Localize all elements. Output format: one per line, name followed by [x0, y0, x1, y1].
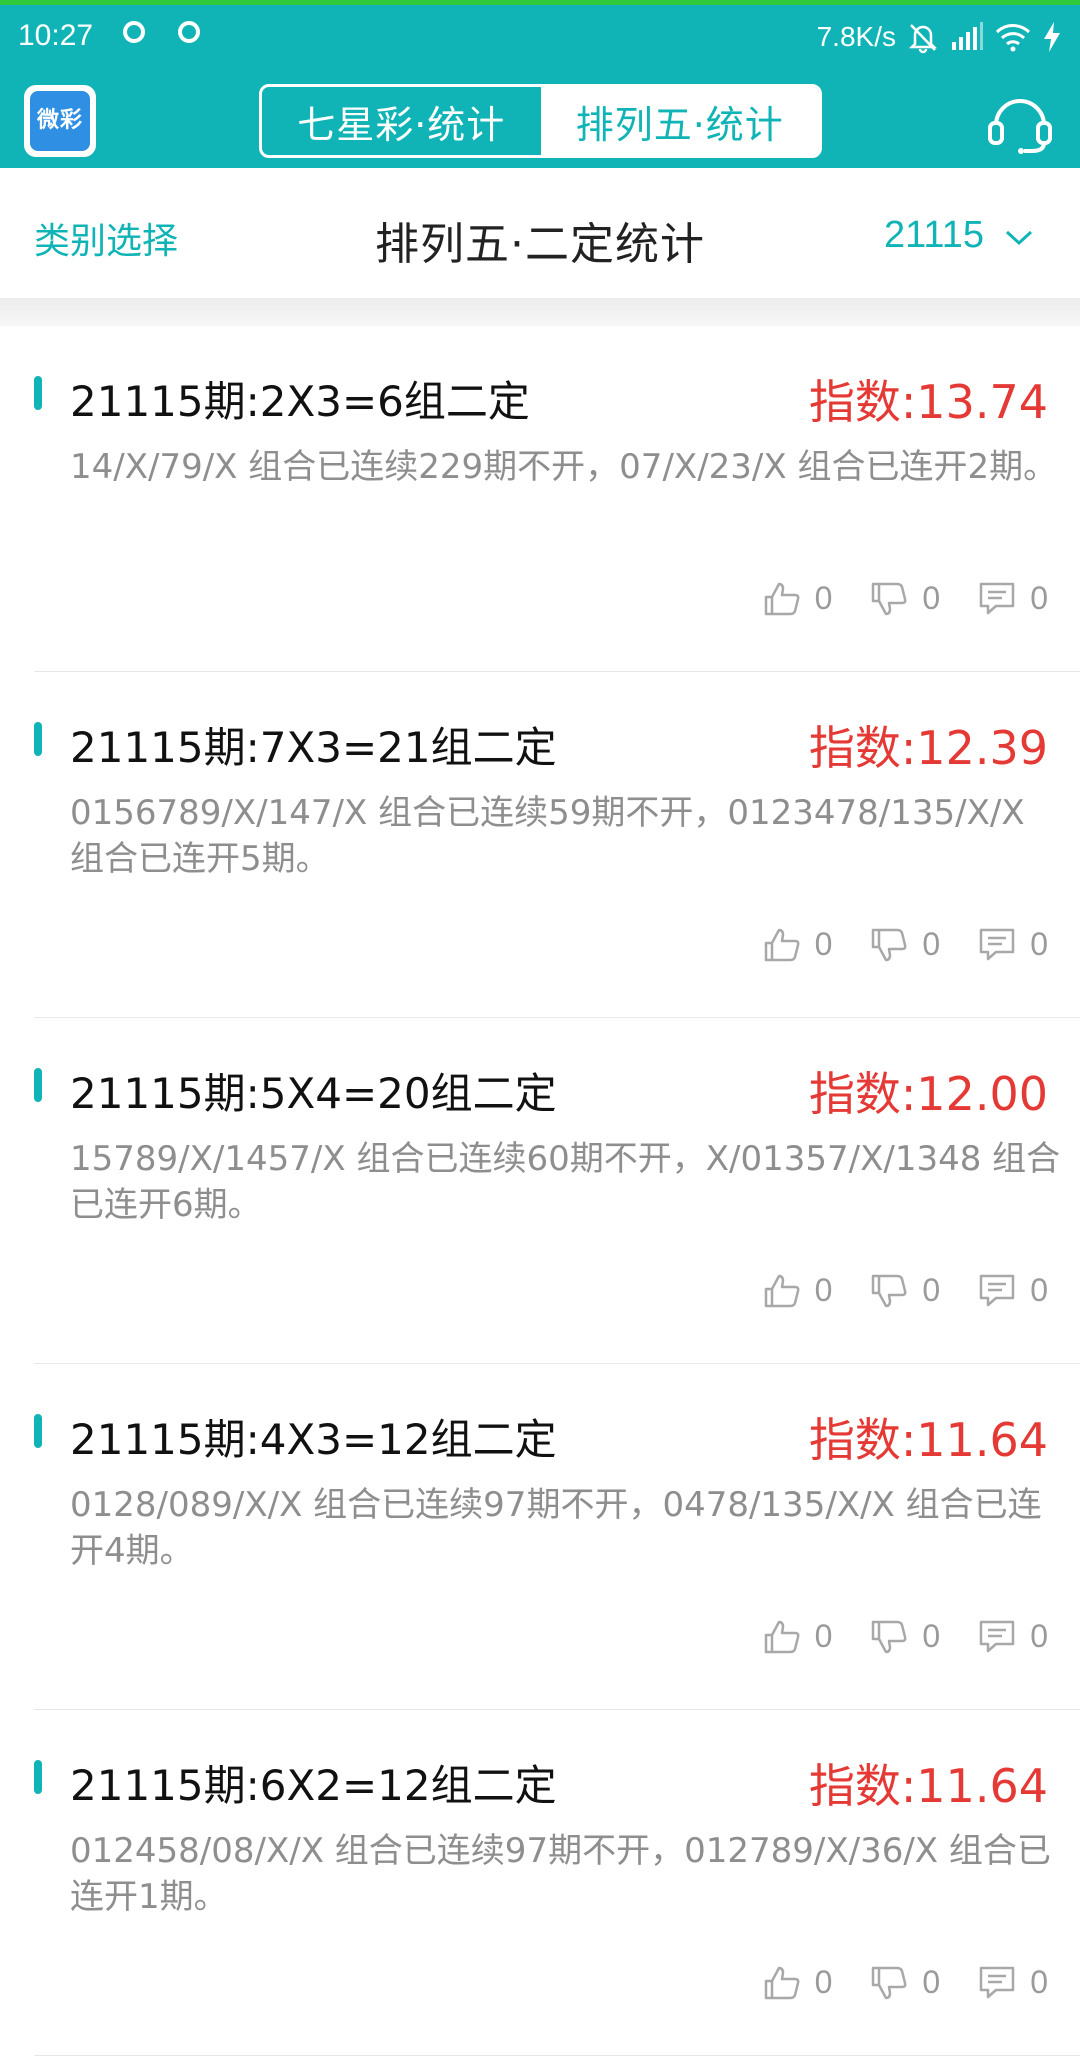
- card-actions: 0 0 0: [763, 926, 1048, 963]
- thumbs-down-icon: [870, 581, 908, 617]
- sub-header: 类别选择 排列五·二定统计 21115: [0, 168, 1080, 298]
- comment-icon: [978, 1619, 1016, 1655]
- card-description: 0156789/X/147/X 组合已连续59期不开，0123478/135/X…: [70, 793, 1025, 879]
- stat-card[interactable]: 21115期:7X3=21组二定 指数:12.39 0156789/X/147/…: [34, 672, 1080, 1018]
- notification-dot-icon: [178, 21, 200, 43]
- card-title: 21115期:2X3=6组二定: [70, 377, 530, 426]
- card-index: 指数:12.39: [808, 721, 1048, 775]
- thumbs-down-icon: [870, 1273, 908, 1309]
- card-marker: [34, 1414, 42, 1448]
- thumbs-up-icon: [763, 1273, 801, 1309]
- dislike-count: 0: [922, 1272, 941, 1308]
- dislike-count: 0: [922, 1964, 941, 2000]
- card-title: 21115期:4X3=12组二定: [70, 1415, 557, 1464]
- comment-button[interactable]: 0: [978, 580, 1048, 617]
- tab-pailiewu-stats[interactable]: 排列五·统计: [540, 87, 819, 155]
- like-count: 0: [814, 1272, 833, 1308]
- comment-button[interactable]: 0: [978, 1618, 1048, 1655]
- section-divider: [0, 298, 1080, 326]
- app-logo-text: 微彩: [30, 91, 90, 151]
- like-button[interactable]: 0: [763, 1618, 833, 1655]
- comment-icon: [978, 581, 1016, 617]
- dislike-button[interactable]: 0: [870, 1272, 940, 1309]
- dislike-button[interactable]: 0: [870, 926, 940, 963]
- card-description: 0128/089/X/X 组合已连续97期不开，0478/135/X/X 组合已…: [70, 1485, 1042, 1571]
- stat-tabs: 七星彩·统计 排列五·统计: [259, 84, 822, 158]
- card-marker: [34, 376, 42, 410]
- comment-count: 0: [1030, 580, 1048, 616]
- comment-button[interactable]: 0: [978, 926, 1048, 963]
- thumbs-down-icon: [870, 927, 908, 963]
- card-index: 指数:11.64: [808, 1759, 1048, 1813]
- comment-count: 0: [1030, 926, 1048, 962]
- comment-icon: [978, 1273, 1016, 1309]
- comment-button[interactable]: 0: [978, 1272, 1048, 1309]
- app-logo[interactable]: 微彩: [24, 85, 96, 157]
- card-marker: [34, 1068, 42, 1102]
- wifi-icon: [994, 22, 1032, 52]
- comment-button[interactable]: 0: [978, 1964, 1048, 2001]
- like-count: 0: [814, 1964, 833, 2000]
- comment-icon: [978, 1965, 1016, 2001]
- like-count: 0: [814, 1618, 833, 1654]
- status-time: 10:27: [18, 19, 94, 52]
- net-speed: 7.8K/s: [816, 21, 896, 52]
- status-indicators: 7.8K/s: [817, 17, 1062, 57]
- card-index: 指数:12.00: [808, 1067, 1048, 1121]
- status-bar: 10:27 7.8K/s: [0, 5, 1080, 75]
- like-count: 0: [814, 926, 833, 962]
- card-title: 21115期:6X2=12组二定: [70, 1761, 557, 1810]
- dislike-button[interactable]: 0: [870, 1618, 940, 1655]
- stat-card[interactable]: 21115期:5X4=20组二定 指数:12.00 15789/X/1457/X…: [34, 1018, 1080, 1364]
- stat-card[interactable]: 21115期:6X2=12组二定 指数:11.64 012458/08/X/X …: [34, 1710, 1080, 2056]
- period-value: 21115: [883, 214, 984, 256]
- card-actions: 0 0 0: [763, 1272, 1048, 1309]
- like-button[interactable]: 0: [763, 580, 833, 617]
- stat-card[interactable]: 21115期:2X3=6组二定 指数:13.74 14/X/79/X 组合已连续…: [34, 326, 1080, 672]
- comment-count: 0: [1030, 1272, 1048, 1308]
- comment-count: 0: [1030, 1964, 1048, 2000]
- card-index: 指数:13.74: [808, 375, 1048, 429]
- period-dropdown[interactable]: 21115: [884, 214, 1034, 257]
- notification-dot-icon: [123, 21, 145, 43]
- headset-icon[interactable]: [984, 89, 1056, 155]
- card-title: 21115期:5X4=20组二定: [70, 1069, 557, 1118]
- thumbs-up-icon: [763, 1619, 801, 1655]
- card-title: 21115期:7X3=21组二定: [70, 723, 557, 772]
- card-marker: [34, 722, 42, 756]
- like-count: 0: [814, 580, 833, 616]
- like-button[interactable]: 0: [763, 926, 833, 963]
- chevron-down-icon: [1004, 214, 1034, 257]
- dislike-count: 0: [922, 926, 941, 962]
- card-description: 15789/X/1457/X 组合已连续60期不开，X/01357/X/1348…: [70, 1139, 1061, 1225]
- like-button[interactable]: 0: [763, 1964, 833, 2001]
- thumbs-down-icon: [870, 1619, 908, 1655]
- thumbs-up-icon: [763, 1965, 801, 2001]
- dislike-count: 0: [922, 1618, 941, 1654]
- bell-muted-icon: [906, 20, 940, 54]
- like-button[interactable]: 0: [763, 1272, 833, 1309]
- tab-qixingcai-stats[interactable]: 七星彩·统计: [262, 87, 541, 155]
- app-header: 10:27 7.8K/s 微彩 七星彩·统计 排列五·统计: [0, 0, 1080, 168]
- thumbs-down-icon: [870, 1965, 908, 2001]
- signal-icon: [950, 22, 984, 52]
- thumbs-up-icon: [763, 927, 801, 963]
- charging-bolt-icon: [1042, 21, 1062, 53]
- card-index: 指数:11.64: [808, 1413, 1048, 1467]
- comment-count: 0: [1030, 1618, 1048, 1654]
- card-actions: 0 0 0: [763, 580, 1048, 617]
- stat-card-list: 21115期:2X3=6组二定 指数:13.74 14/X/79/X 组合已连续…: [0, 326, 1080, 2061]
- card-description: 012458/08/X/X 组合已连续97期不开，012789/X/36/X 组…: [70, 1831, 1051, 1917]
- stat-card[interactable]: 21115期:4X3=12组二定 指数:11.64 0128/089/X/X 组…: [34, 1364, 1080, 1710]
- card-description: 14/X/79/X 组合已连续229期不开，07/X/23/X 组合已连开2期。: [70, 447, 1058, 487]
- thumbs-up-icon: [763, 581, 801, 617]
- card-marker: [34, 1760, 42, 1794]
- comment-icon: [978, 927, 1016, 963]
- dislike-button[interactable]: 0: [870, 1964, 940, 2001]
- card-actions: 0 0 0: [763, 1618, 1048, 1655]
- card-actions: 0 0 0: [763, 1964, 1048, 2001]
- dislike-count: 0: [922, 580, 941, 616]
- dislike-button[interactable]: 0: [870, 580, 940, 617]
